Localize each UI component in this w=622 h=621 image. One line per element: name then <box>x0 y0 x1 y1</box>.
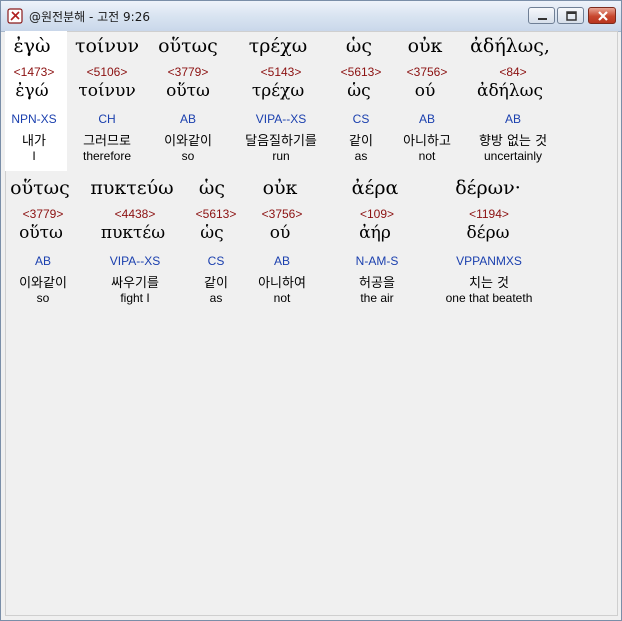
strong-number[interactable]: <5143> <box>261 65 302 79</box>
korean-gloss: 이와같이 <box>19 276 67 291</box>
minimize-button[interactable] <box>528 7 555 24</box>
parse-code: AB <box>179 112 197 126</box>
lemma-word: οὕτω <box>19 223 63 243</box>
korean-gloss: 치는 것 <box>468 276 510 291</box>
korean-gloss: 싸우기를 <box>111 276 159 291</box>
parse-code: N-AM-S <box>355 254 399 268</box>
english-gloss: as <box>209 291 223 305</box>
greek-word[interactable]: δέρων· <box>455 177 521 199</box>
korean-gloss: 내가 <box>22 134 46 149</box>
strong-number[interactable]: <5613> <box>341 65 382 79</box>
interlinear-pane <box>5 31 618 616</box>
bible-app-icon <box>7 8 23 24</box>
lemma-word: οὕτω <box>166 81 210 101</box>
english-gloss: as <box>354 149 368 163</box>
strong-number[interactable]: <3779> <box>168 65 209 79</box>
lemma-word: ὡς <box>347 81 371 101</box>
korean-gloss: 같이 <box>349 134 373 149</box>
strong-number[interactable]: <5106> <box>87 65 128 79</box>
parse-code: AB <box>504 112 522 126</box>
maximize-button[interactable] <box>557 7 584 24</box>
korean-gloss: 향방 없는 것 <box>478 134 548 149</box>
window-title: @원전분해 - 고전 9:26 <box>29 10 150 24</box>
korean-gloss: 그러므로 <box>83 134 131 149</box>
english-gloss: the air <box>360 291 394 305</box>
parse-code: VPPANMXS <box>456 254 522 268</box>
english-gloss: one that beateth <box>445 291 533 305</box>
parse-code: CS <box>352 112 370 126</box>
english-gloss: so <box>36 291 50 305</box>
lemma-word: δέρω <box>466 223 510 243</box>
greek-word[interactable]: ἀέρα <box>352 177 399 199</box>
korean-gloss: 아니하여 <box>258 276 306 291</box>
app-window: @원전분해 - 고전 9:26 ἐγὼ <1473> ἐγώ NPN-XS 내가… <box>0 0 622 621</box>
korean-gloss: 이와같이 <box>164 134 212 149</box>
parse-code: AB <box>34 254 52 268</box>
strong-number[interactable]: <84> <box>499 65 526 79</box>
korean-gloss: 아니하고 <box>403 134 451 149</box>
english-gloss: not <box>418 149 436 163</box>
strong-number[interactable]: <3756> <box>262 207 303 221</box>
lemma-word: ἀήρ <box>359 223 391 243</box>
parse-code: VIPA--XS <box>255 112 307 126</box>
parse-code: VIPA--XS <box>109 254 161 268</box>
lemma-word: ού <box>269 223 291 243</box>
lemma-word: πυκτέω <box>100 223 166 243</box>
lemma-word: ἀδήλως <box>476 81 544 101</box>
lemma-word: ού <box>414 81 436 101</box>
greek-word[interactable]: τρέχω <box>249 35 308 57</box>
parse-code: NPN-XS <box>11 112 57 126</box>
korean-gloss: 허공을 <box>359 276 395 291</box>
greek-word[interactable]: οὐκ <box>263 177 298 199</box>
greek-word[interactable]: ὡς <box>199 177 225 199</box>
greek-word[interactable]: οὕτως <box>10 177 70 199</box>
korean-gloss: 같이 <box>204 276 228 291</box>
lemma-word: τρέχω <box>251 81 305 101</box>
strong-number[interactable]: <5613> <box>196 207 237 221</box>
close-icon <box>598 11 608 21</box>
english-gloss: fight I <box>120 291 150 305</box>
strong-number[interactable]: <3756> <box>407 65 448 79</box>
greek-word[interactable]: ἀδήλως, <box>470 35 550 57</box>
strong-number[interactable]: <3779> <box>23 207 64 221</box>
greek-word[interactable]: τοίνυν <box>75 35 139 57</box>
title-bar[interactable]: @원전분해 - 고전 9:26 <box>1 1 621 32</box>
maximize-icon <box>566 11 577 21</box>
korean-gloss: 달음질하기를 <box>245 134 317 149</box>
strong-number[interactable]: <1194> <box>469 207 509 221</box>
lemma-word: τοίνυν <box>78 81 136 101</box>
minimize-icon <box>538 18 547 20</box>
parse-code: CS <box>207 254 225 268</box>
english-gloss: therefore <box>82 149 132 163</box>
greek-word[interactable]: ἐγὼ <box>13 35 50 57</box>
lemma-word: ὡς <box>200 223 224 243</box>
lemma-word: ἐγώ <box>15 81 49 101</box>
english-gloss: run <box>272 149 290 163</box>
english-gloss: not <box>273 291 291 305</box>
english-gloss: so <box>181 149 195 163</box>
close-button[interactable] <box>588 7 616 24</box>
english-gloss: I <box>32 149 36 163</box>
greek-word[interactable]: οὕτως <box>158 35 218 57</box>
parse-code: AB <box>418 112 436 126</box>
english-gloss: uncertainly <box>483 149 543 163</box>
strong-number[interactable]: <4438> <box>115 207 156 221</box>
parse-code: CH <box>98 112 116 126</box>
greek-word[interactable]: πυκτεύω <box>90 177 173 199</box>
strong-number[interactable]: <1473> <box>14 65 55 79</box>
parse-code: AB <box>273 254 291 268</box>
greek-word[interactable]: οὐκ <box>408 35 443 57</box>
greek-word[interactable]: ὡς <box>346 35 372 57</box>
strong-number[interactable]: <109> <box>360 207 394 221</box>
